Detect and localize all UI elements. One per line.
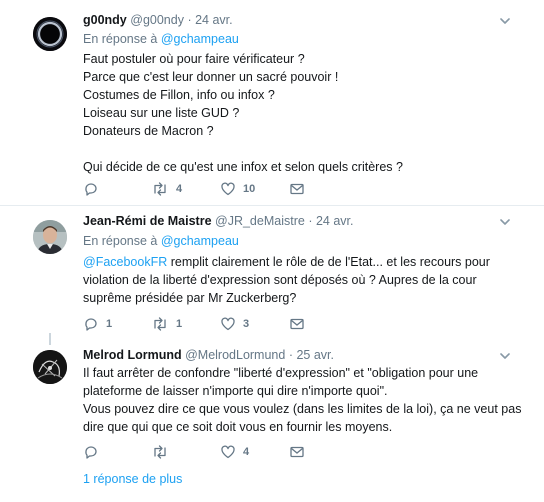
author-handle[interactable]: @MelrodLormund xyxy=(185,348,285,362)
reply-prefix: En réponse à xyxy=(83,234,158,248)
direct-message-button[interactable] xyxy=(289,316,305,332)
retweet-button[interactable]: 4 xyxy=(151,181,182,197)
like-count: 10 xyxy=(243,183,256,195)
reply-context: En réponse à @gchampeau xyxy=(83,32,239,46)
tweet-line: plateforme de laisser n'importe qui dire… xyxy=(83,384,388,398)
retweet-button[interactable]: 1 xyxy=(151,316,182,332)
chevron-down-icon[interactable] xyxy=(499,215,511,227)
reply-button[interactable]: 1 xyxy=(83,316,112,332)
tweet-line: Il faut arrêter de confondre "liberté d'… xyxy=(83,366,479,380)
retweet-button[interactable] xyxy=(151,444,176,460)
author-handle[interactable]: @g00ndy xyxy=(130,13,184,27)
tweet[interactable]: Jean-Rémi de Maistre @JR_deMaistre · 24 … xyxy=(0,206,544,339)
sketch-avatar-image xyxy=(33,350,67,384)
reply-button[interactable] xyxy=(83,181,106,197)
like-button[interactable]: 10 xyxy=(220,181,255,197)
tweet-header: g00ndy @g00ndy · 24 avr. xyxy=(83,13,233,27)
avatar[interactable] xyxy=(33,350,67,384)
tweet-line-text: remplit clairement le rôle de de l'Etat.… xyxy=(167,255,490,269)
tweet-line xyxy=(83,140,523,158)
reply-context: En réponse à @gchampeau xyxy=(83,234,239,248)
message-icon xyxy=(290,318,304,330)
chevron-down-icon[interactable] xyxy=(499,14,511,26)
reply-count: 1 xyxy=(106,318,113,330)
retweet-icon xyxy=(154,445,166,459)
tweet-line: Donateurs de Macron ? xyxy=(83,124,214,138)
tweet-header: Melrod Lormund @MelrodLormund · 25 avr. xyxy=(83,348,334,362)
eclipse-avatar-image xyxy=(33,17,67,51)
like-count: 4 xyxy=(243,446,250,458)
tweet-line: @FacebookFR remplit clairement le rôle d… xyxy=(83,253,523,271)
chevron-down-icon[interactable] xyxy=(499,349,511,361)
message-icon xyxy=(290,183,304,195)
avatar[interactable] xyxy=(33,220,67,254)
tweet-line: Costumes de Fillon, info ou infox ? xyxy=(83,88,275,102)
avatar[interactable] xyxy=(33,17,67,51)
retweet-count: 4 xyxy=(176,183,183,195)
tweet-line: suprême présidée par Mr Zuckerberg? xyxy=(83,291,297,305)
retweet-icon xyxy=(154,317,166,331)
timestamp[interactable]: 24 avr. xyxy=(316,214,354,228)
tweet-line: dire que qui que ce soit doit vous en fo… xyxy=(83,420,393,434)
tweet[interactable]: g00ndy @g00ndy · 24 avr. En réponse à @g… xyxy=(0,0,544,205)
like-button[interactable]: 4 xyxy=(220,444,249,460)
tweet-header: Jean-Rémi de Maistre @JR_deMaistre · 24 … xyxy=(83,214,354,228)
reply-mention-link[interactable]: @gchampeau xyxy=(161,234,239,248)
author-handle[interactable]: @JR_deMaistre xyxy=(215,214,305,228)
tweet-text: Il faut arrêter de confondre "liberté d'… xyxy=(83,364,523,436)
tweet-line: violation de la liberté d'expression son… xyxy=(83,273,477,287)
like-count: 3 xyxy=(243,318,250,330)
tweet-line: Parce que c'est leur donner un sacré pou… xyxy=(83,70,339,84)
retweet-count: 1 xyxy=(176,318,183,330)
person-avatar-image xyxy=(33,220,67,254)
message-icon xyxy=(290,446,304,458)
separator-dot: · xyxy=(187,13,192,27)
direct-message-button[interactable] xyxy=(289,181,305,197)
timestamp[interactable]: 25 avr. xyxy=(296,348,334,362)
show-more-replies-link[interactable]: 1 réponse de plus xyxy=(83,472,182,486)
retweet-icon xyxy=(154,182,166,196)
author-name[interactable]: Melrod Lormund xyxy=(83,348,182,362)
like-button[interactable]: 3 xyxy=(220,316,249,332)
tweet-line: Qui décide de ce qu'est une infox et sel… xyxy=(83,160,403,174)
reply-icon xyxy=(85,446,97,459)
heart-icon xyxy=(221,182,235,196)
timestamp[interactable]: 24 avr. xyxy=(195,13,233,27)
direct-message-button[interactable] xyxy=(289,444,305,460)
tweet-text: Faut postuler où pour faire vérificateur… xyxy=(83,50,523,176)
reply-mention-link[interactable]: @gchampeau xyxy=(161,32,239,46)
separator-dot: · xyxy=(308,214,313,228)
author-name[interactable]: g00ndy xyxy=(83,13,127,27)
heart-icon xyxy=(221,317,235,331)
separator-dot: · xyxy=(288,348,293,362)
author-name[interactable]: Jean-Rémi de Maistre xyxy=(83,214,212,228)
reply-button[interactable] xyxy=(83,444,106,460)
reply-prefix: En réponse à xyxy=(83,32,158,46)
reply-icon xyxy=(85,183,97,196)
tweet[interactable]: Melrod Lormund @MelrodLormund · 25 avr. … xyxy=(0,340,544,465)
mention-link[interactable]: @FacebookFR xyxy=(83,255,167,269)
tweet-line: Vous pouvez dire ce que vous voulez (dan… xyxy=(83,402,522,416)
tweet-line: Faut postuler où pour faire vérificateur… xyxy=(83,52,305,66)
tweet-line: Loiseau sur une liste GUD ? xyxy=(83,106,240,120)
reply-icon xyxy=(85,318,97,331)
heart-icon xyxy=(221,445,235,459)
tweet-text: @FacebookFR remplit clairement le rôle d… xyxy=(83,253,523,307)
